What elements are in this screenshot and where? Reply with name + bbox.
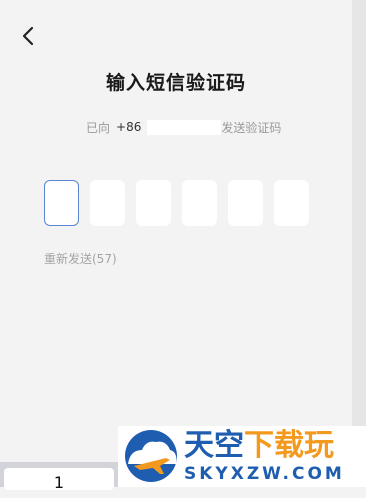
otp-digit-6[interactable] bbox=[274, 180, 309, 226]
masked-phone-number bbox=[147, 119, 222, 135]
scroll-edge bbox=[352, 0, 366, 487]
watermark-title: 天空下载玩 bbox=[184, 428, 334, 464]
sent-prefix: 已向 bbox=[86, 120, 111, 135]
chevron-left-icon bbox=[22, 26, 34, 46]
otp-digit-1[interactable] bbox=[44, 180, 79, 226]
resend-countdown: 重新发送(57) bbox=[44, 252, 117, 266]
otp-input-group bbox=[44, 180, 309, 226]
back-button[interactable] bbox=[14, 22, 42, 50]
otp-digit-4[interactable] bbox=[182, 180, 217, 226]
otp-digit-2[interactable] bbox=[90, 180, 125, 226]
otp-digit-5[interactable] bbox=[228, 180, 263, 226]
cloud-plane-logo-icon bbox=[125, 430, 177, 482]
watermark: 天空下载玩 SKYXZW.COM bbox=[118, 426, 366, 487]
otp-digit-3[interactable] bbox=[136, 180, 171, 226]
watermark-title-accent: 下载玩 bbox=[244, 428, 334, 463]
watermark-domain: SKYXZW.COM bbox=[184, 464, 345, 484]
sent-info: 已向 +86 发送验证码 bbox=[86, 118, 281, 136]
sent-suffix: 发送验证码 bbox=[221, 120, 282, 135]
watermark-title-main: 天空 bbox=[184, 428, 244, 463]
page-title: 输入短信验证码 bbox=[105, 72, 246, 94]
country-code: +86 bbox=[116, 120, 142, 134]
